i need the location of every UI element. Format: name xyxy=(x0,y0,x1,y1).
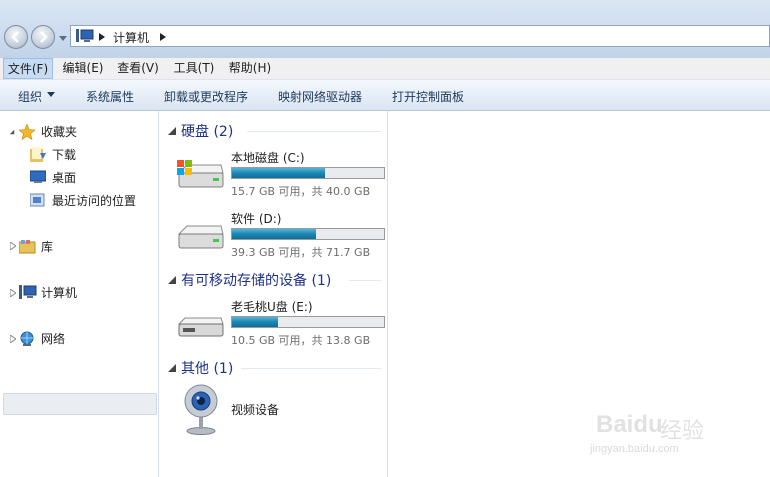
capacity-bar xyxy=(231,316,385,328)
nav-libraries[interactable]: 库 xyxy=(19,236,149,258)
nav-network-label: 网络 xyxy=(41,332,66,346)
navigation-pane: 收藏夹 下载 桌面 最近访问的位置 库 计算机 网络 xyxy=(0,111,159,477)
group-title: 其他 (1) xyxy=(181,361,234,377)
nav-recent-places[interactable]: 最近访问的位置 xyxy=(30,190,155,212)
drive-name: 老毛桃U盘 (E:) xyxy=(231,300,313,314)
drive-space-info: 15.7 GB 可用，共 40.0 GB xyxy=(231,185,371,198)
capacity-bar xyxy=(231,167,385,179)
address-bar[interactable]: 计算机 xyxy=(70,25,770,47)
uninstall-program-button[interactable]: 卸载或更改程序 xyxy=(164,88,248,105)
command-bar: 组织 系统属性 卸载或更改程序 映射网络驱动器 打开控制面板 xyxy=(0,80,770,111)
video-device-item[interactable]: 视频设备 xyxy=(159,383,387,441)
drive-name: 软件 (D:) xyxy=(231,212,282,226)
organize-button[interactable]: 组织 xyxy=(18,88,42,105)
group-header-other[interactable]: 其他 (1) xyxy=(159,358,387,378)
watermark-url: jingyan.baidu.com xyxy=(590,443,679,455)
capacity-fill xyxy=(232,317,278,327)
breadcrumb-computer[interactable]: 计算机 xyxy=(113,29,149,46)
nav-desktop-label: 桌面 xyxy=(52,171,77,185)
capacity-fill xyxy=(232,168,325,178)
forward-button[interactable] xyxy=(31,25,55,49)
nav-recent-places-label: 最近访问的位置 xyxy=(52,194,137,208)
nav-selection-highlight xyxy=(3,393,157,415)
drive-name: 本地磁盘 (C:) xyxy=(231,151,305,165)
watermark: Baidu 经验 jingyan.baidu.com xyxy=(588,393,768,463)
expand-arrow-icon[interactable] xyxy=(10,289,16,297)
collapse-arrow-icon[interactable] xyxy=(168,127,176,135)
device-name: 视频设备 xyxy=(231,403,280,417)
downloads-folder-icon xyxy=(30,147,46,162)
group-header-hard-disks[interactable]: 硬盘 (2) xyxy=(159,121,387,141)
expand-arrow-icon[interactable] xyxy=(10,242,16,250)
desktop-icon xyxy=(30,170,46,183)
watermark-brand: Baidu xyxy=(596,411,663,438)
drive-space-info: 39.3 GB 可用，共 71.7 GB xyxy=(231,246,371,259)
menu-view[interactable]: 查看(V) xyxy=(113,58,163,79)
back-button[interactable] xyxy=(4,25,28,49)
nav-favorites[interactable]: 收藏夹 xyxy=(19,121,149,143)
title-bar: 计算机 xyxy=(0,0,770,58)
collapse-arrow-icon[interactable] xyxy=(168,276,176,284)
group-divider xyxy=(349,280,381,281)
group-title: 有可移动存储的设备 (1) xyxy=(181,273,332,289)
menu-tools[interactable]: 工具(T) xyxy=(169,58,219,79)
group-divider xyxy=(241,368,381,369)
nav-libraries-label: 库 xyxy=(41,240,54,254)
menu-bar: 文件(F) 编辑(E) 查看(V) 工具(T) 帮助(H) xyxy=(0,58,770,80)
drive-space-info: 10.5 GB 可用，共 13.8 GB xyxy=(231,334,371,347)
menu-edit[interactable]: 编辑(E) xyxy=(58,58,108,79)
expand-arrow-icon[interactable] xyxy=(10,335,16,343)
nav-computer[interactable]: 计算机 xyxy=(19,282,149,304)
menu-file[interactable]: 文件(F) xyxy=(3,58,53,79)
nav-desktop[interactable]: 桌面 xyxy=(30,167,150,189)
recent-pages-dropdown-icon[interactable] xyxy=(59,34,67,42)
drive-item-e[interactable]: 老毛桃U盘 (E:) 10.5 GB 可用，共 13.8 GB xyxy=(159,298,387,354)
hard-drive-icon xyxy=(177,225,224,249)
usb-drive-icon xyxy=(177,317,224,337)
group-title: 硬盘 (2) xyxy=(181,124,234,140)
group-header-removable[interactable]: 有可移动存储的设备 (1) xyxy=(159,270,387,290)
breadcrumb-arrow-icon[interactable] xyxy=(160,33,166,41)
nav-computer-label: 计算机 xyxy=(41,286,78,300)
nav-downloads[interactable]: 下载 xyxy=(30,144,150,166)
group-divider xyxy=(247,131,381,132)
star-icon xyxy=(19,124,35,140)
system-drive-icon xyxy=(177,160,224,188)
drive-item-d[interactable]: 软件 (D:) 39.3 GB 可用，共 71.7 GB xyxy=(159,210,387,266)
recent-places-icon xyxy=(30,193,45,207)
watermark-cn: 经验 xyxy=(660,419,705,444)
collapse-arrow-icon[interactable] xyxy=(9,128,15,136)
nav-favorites-label: 收藏夹 xyxy=(41,125,78,139)
forward-arrow-icon xyxy=(40,31,48,43)
menu-help[interactable]: 帮助(H) xyxy=(224,58,276,79)
network-icon xyxy=(20,331,34,346)
libraries-icon xyxy=(19,240,36,254)
capacity-fill xyxy=(232,229,316,239)
system-properties-button[interactable]: 系统属性 xyxy=(86,88,134,105)
chevron-down-icon[interactable] xyxy=(47,92,55,97)
content-pane: 硬盘 (2) 本地磁盘 (C:) 15.7 GB 可用，共 40.0 GB 软件… xyxy=(159,111,388,477)
back-arrow-icon xyxy=(11,31,19,43)
nav-downloads-label: 下载 xyxy=(52,148,77,162)
drive-item-c[interactable]: 本地磁盘 (C:) 15.7 GB 可用，共 40.0 GB xyxy=(159,149,387,205)
collapse-arrow-icon[interactable] xyxy=(168,364,176,372)
nav-network[interactable]: 网络 xyxy=(19,328,149,350)
open-control-panel-button[interactable]: 打开控制面板 xyxy=(392,88,464,105)
capacity-bar xyxy=(231,228,385,240)
map-network-drive-button[interactable]: 映射网络驱动器 xyxy=(278,88,362,105)
computer-icon xyxy=(76,29,94,42)
webcam-icon xyxy=(184,384,218,435)
breadcrumb-arrow-icon[interactable] xyxy=(99,33,105,41)
computer-icon xyxy=(19,285,37,299)
